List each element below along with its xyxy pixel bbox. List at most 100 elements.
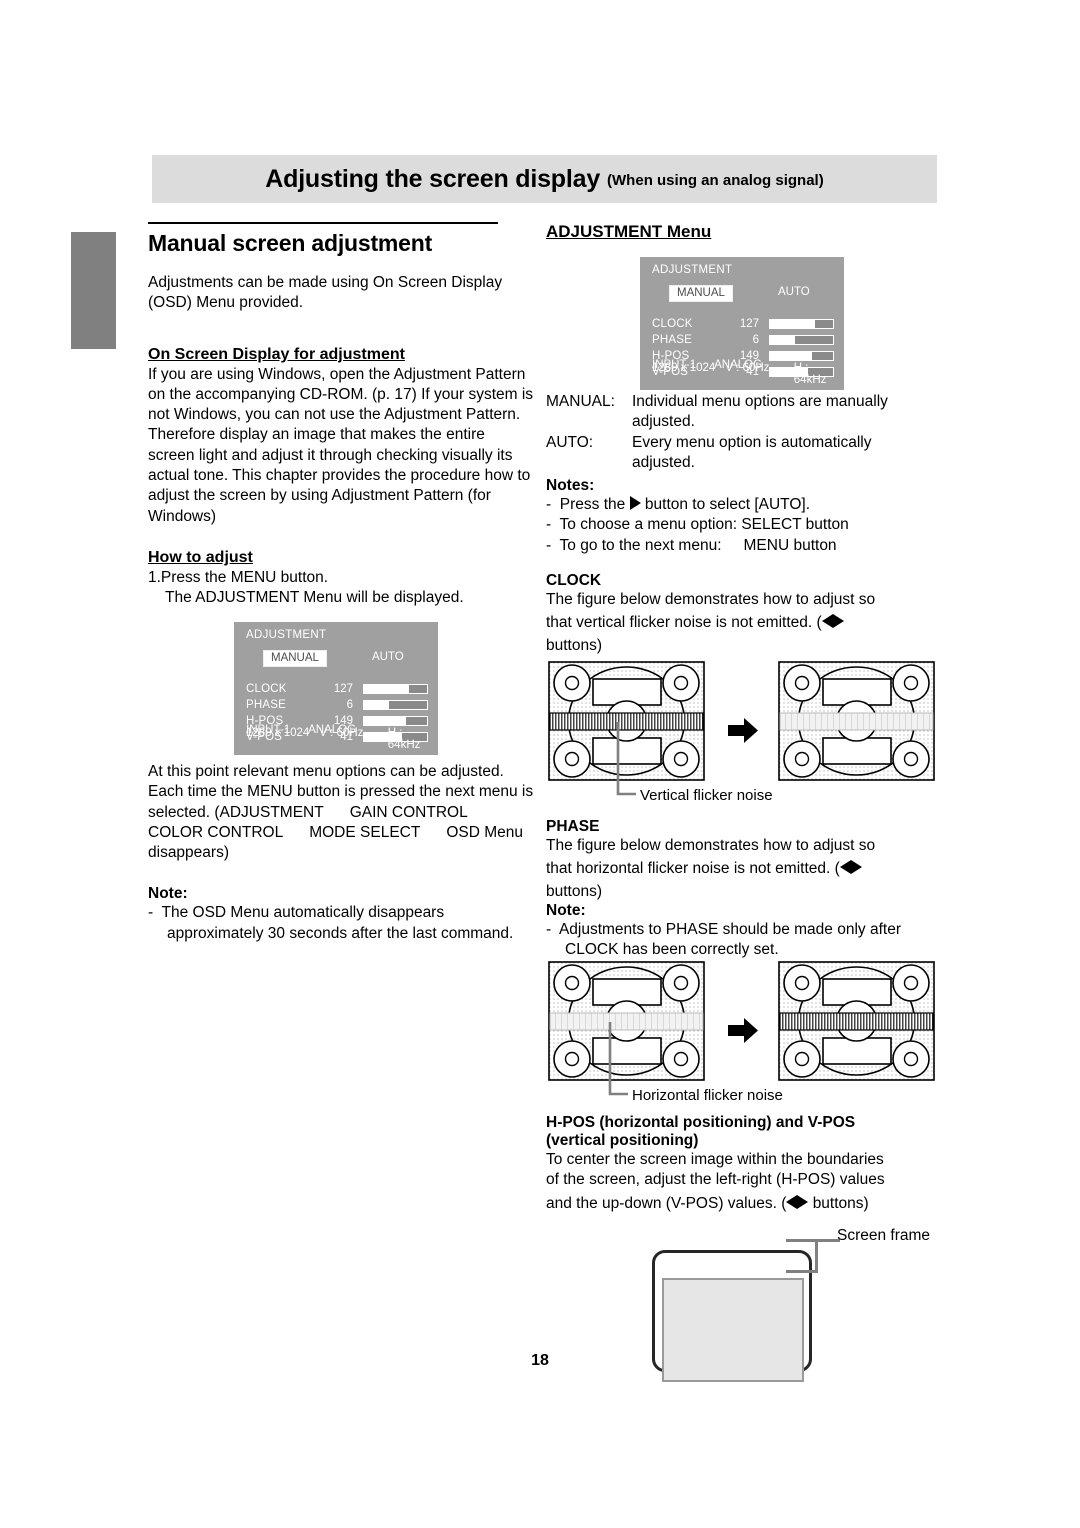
menu-chain-part-c: COLOR CONTROL	[148, 823, 284, 841]
clock-figure-caption: Vertical flicker noise	[640, 787, 773, 804]
osd-row-label: PHASE	[652, 334, 692, 346]
screen-frame-label: Screen frame	[837, 1227, 931, 1244]
manual-description: Individual menu options are manually adj…	[632, 392, 888, 433]
osd-hfreq: H : 64kHz	[387, 727, 421, 751]
osd-row[interactable]: PHASE 6	[652, 333, 834, 347]
left-column: Manual screen adjustment Adjustments can…	[148, 222, 534, 609]
auto-description: Every menu option is automatically adjus…	[632, 433, 872, 474]
notes-item-dash: -	[546, 536, 552, 554]
left-column-continued: At this point relevant menu options can …	[148, 762, 534, 944]
osd-manual-button[interactable]: MANUAL	[263, 650, 327, 667]
after-osd-paragraph-2: Each time the MENU button is pressed the…	[148, 782, 534, 863]
pos-text-line-3: and the up-down (V-POS) values. ( button…	[546, 1194, 938, 1214]
osd-row-slider-fill	[364, 685, 410, 693]
osd-row-value: 127	[333, 683, 353, 695]
osd-menu-figure-left: ADJUSTMENT MANUAL AUTO CLOCK 127 PHASE 6…	[234, 622, 438, 755]
osd-row[interactable]: CLOCK 127	[246, 682, 428, 696]
document-page: Adjusting the screen display (When using…	[0, 0, 1080, 1528]
section-title: Manual screen adjustment	[148, 230, 433, 256]
pos-heading-line-1: H-POS (horizontal positioning) and V-POS	[546, 1114, 856, 1131]
osd-row-slider-fill	[770, 336, 796, 344]
note-heading: Note:	[148, 885, 188, 903]
osd-timing-line: 1280 x 1024 V : 60Hz H : 64kHz	[652, 362, 834, 386]
clock-heading: CLOCK	[546, 572, 602, 589]
phase-text-line-1: The figure below demonstrates how to adj…	[546, 837, 876, 854]
osd-row-label: CLOCK	[652, 318, 693, 330]
note-item: - The OSD Menu automatically disappears …	[148, 903, 534, 944]
menu-chain-part-a: Each time the MENU button is pressed the…	[148, 783, 534, 821]
phase-after-pattern	[778, 961, 935, 1081]
notes-heading: Notes:	[546, 477, 595, 495]
notes-item-2: - To choose a menu option: SELECT button	[546, 515, 938, 535]
osd-row-slider[interactable]	[769, 351, 834, 361]
osd-row-label: PHASE	[246, 699, 286, 711]
osd-row-slider[interactable]	[363, 716, 428, 726]
auto-term: AUTO:	[546, 433, 594, 451]
phase-note-item: - Adjustments to PHASE should be made on…	[546, 920, 938, 961]
osd-resolution: 1280 x 1024	[246, 727, 310, 739]
osd-row-slider[interactable]	[769, 335, 834, 345]
pos-text-line-3-before: and the up-down (V-POS) values. (	[546, 1194, 787, 1212]
clock-section: CLOCK The figure below demonstrates how …	[546, 572, 938, 656]
pos-section: H-POS (horizontal positioning) and V-POS…	[546, 1114, 938, 1214]
osd-auto-button[interactable]: AUTO	[778, 286, 810, 298]
osd-row-value: 127	[739, 318, 759, 330]
osd-row[interactable]: PHASE 6	[246, 698, 428, 712]
osd-row[interactable]: CLOCK 127	[652, 317, 834, 331]
osd-hfreq: H : 64kHz	[793, 362, 827, 386]
step-1-line-1: 1.Press the MENU button.	[148, 568, 329, 586]
title-rule	[148, 222, 498, 224]
right-arrow-icon	[832, 614, 844, 629]
clock-text-line-2-text: that vertical flicker noise is not emitt…	[546, 614, 822, 632]
pos-text-line-3-after: buttons)	[812, 1194, 869, 1212]
osd-title: ADJUSTMENT	[652, 264, 733, 276]
osd-auto-button[interactable]: AUTO	[372, 651, 404, 663]
notes-item-1: - Press the button to select [AUTO].	[546, 495, 938, 515]
notes-item-3: - To go to the next menu: MENU button	[546, 536, 938, 556]
auto-description-line-2: adjusted.	[632, 453, 695, 471]
clock-text-line-1: The figure below demonstrates how to adj…	[546, 591, 876, 608]
osd-vfreq: V : 60Hz	[725, 362, 770, 374]
manual-description-line-1: Individual menu options are manually	[632, 393, 888, 410]
right-arrow-icon	[850, 860, 862, 875]
clock-figure: Vertical flicker noise	[548, 661, 935, 804]
osd-vfreq: V : 60Hz	[319, 727, 364, 739]
osd-paragraph: If you are using Windows, open the Adjus…	[148, 365, 534, 525]
osd-row-slider[interactable]	[769, 319, 834, 329]
notes-item-text-after: button to select [AUTO].	[644, 496, 811, 514]
notes-item-text-before: Press the	[559, 496, 626, 514]
osd-row-slider[interactable]	[363, 684, 428, 694]
menu-chain-part-b: GAIN CONTROL	[349, 803, 468, 821]
screen-frame-bracket	[786, 1239, 818, 1273]
page-edge-tab	[71, 232, 116, 349]
manual-auto-definitions: MANUAL: Individual menu options are manu…	[546, 392, 938, 556]
chapter-title: Adjusting the screen display	[265, 164, 601, 193]
osd-row-slider-fill	[364, 717, 407, 725]
pos-text-line-2: of the screen, adjust the left-right (H-…	[546, 1171, 885, 1189]
notes-item-dash: -	[546, 516, 552, 534]
left-arrow-icon	[839, 860, 851, 875]
phase-figure-caption: Horizontal flicker noise	[632, 1087, 783, 1104]
notes-item-dash: -	[546, 496, 552, 514]
phase-heading: PHASE	[546, 818, 600, 835]
phase-note-dash: -	[546, 920, 552, 938]
menu-chain-part-d: MODE SELECT	[309, 823, 421, 841]
osd-manual-button[interactable]: MANUAL	[669, 285, 733, 302]
page-number: 18	[531, 1352, 549, 1369]
osd-row-value: 6	[346, 699, 353, 711]
phase-text-line-3: buttons)	[546, 882, 603, 900]
how-to-adjust-heading: How to adjust	[148, 548, 253, 566]
adjustment-menu-heading: ADJUSTMENT Menu	[546, 222, 712, 241]
auto-description-line-1: Every menu option is automatically	[632, 433, 872, 451]
osd-menu-figure-right: ADJUSTMENT MANUAL AUTO CLOCK 127 PHASE 6…	[640, 257, 844, 390]
right-column: ADJUSTMENT Menu	[546, 222, 938, 243]
pos-text-line-1: To center the screen image within the bo…	[546, 1151, 884, 1168]
osd-row-slider-fill	[770, 352, 813, 360]
osd-row-value: 6	[752, 334, 759, 346]
clock-text-line-3: buttons)	[546, 636, 603, 654]
osd-row-slider-fill	[770, 320, 816, 328]
osd-row-slider[interactable]	[363, 700, 428, 710]
manual-term: MANUAL:	[546, 393, 615, 410]
note-text: The OSD Menu automatically disappears ap…	[161, 904, 514, 942]
left-arrow-icon	[821, 614, 833, 629]
